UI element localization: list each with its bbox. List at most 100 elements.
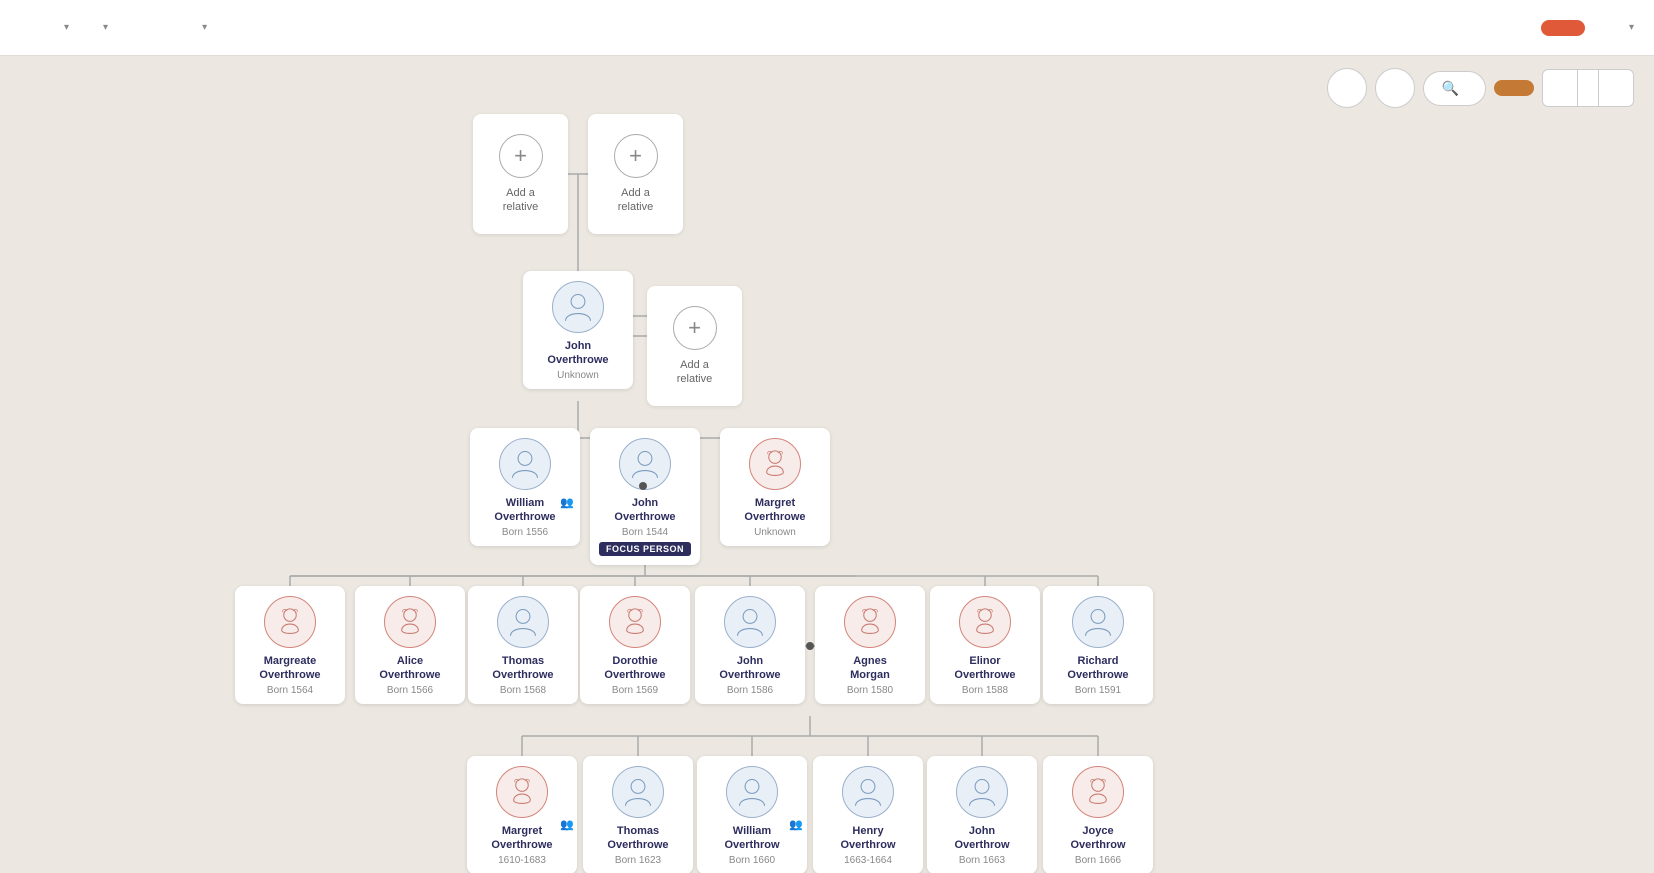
add-spouse-icon[interactable]: 👥 (789, 818, 803, 831)
avatar (959, 596, 1011, 648)
avatar (956, 766, 1008, 818)
person-name: MargretOverthrowe (473, 824, 571, 853)
avatar (842, 766, 894, 818)
person-date: Born 1588 (936, 685, 1034, 696)
tree-toolbar: 🔍 (1327, 68, 1634, 108)
person-card[interactable]: JohnOverthrow Born 1663 (927, 756, 1037, 873)
person-name: ThomasOverthrowe (474, 654, 572, 683)
avatar (724, 596, 776, 648)
person-card[interactable]: ElinorOverthrowe Born 1588 (930, 586, 1040, 704)
add-relative-label: Add arelative (618, 186, 653, 215)
person-card[interactable]: AliceOverthrowe Born 1566 (355, 586, 465, 704)
chevron-down-icon: ▾ (1629, 22, 1634, 33)
person-card[interactable]: HenryOverthrow 1663-1664 (813, 756, 923, 873)
person-name: AliceOverthrowe (361, 654, 459, 683)
nav-item-search[interactable]: ▾ (99, 22, 108, 33)
navigation: ▾ ▾ ▾ ▾ (0, 0, 1654, 56)
add-circle-icon: + (499, 134, 543, 178)
focus-badge: FOCUS PERSON (599, 542, 691, 556)
add-circle-icon: + (673, 306, 717, 350)
my-account-link[interactable]: ▾ (1625, 22, 1634, 33)
person-card[interactable]: ThomasOverthrowe Born 1568 (468, 586, 578, 704)
person-card[interactable]: WilliamOverthrow Born 1660 (697, 756, 807, 873)
add-relative-card[interactable]: + Add arelative (647, 286, 742, 406)
person-date: Born 1569 (586, 685, 684, 696)
person-name: JohnOverthrowe (529, 339, 627, 368)
person-card[interactable]: JohnOverthrowe Born 1544 FOCUS PERSON (590, 428, 700, 565)
avatar (749, 438, 801, 490)
tree-canvas: + Add arelative + Add arelative JohnOver… (0, 56, 1654, 873)
person-date: Born 1591 (1049, 685, 1147, 696)
settings-button[interactable] (1375, 68, 1415, 108)
person-date: 1610-1683 (473, 855, 571, 866)
search-icon: 🔍 (1442, 80, 1459, 97)
person-date: 1663-1664 (819, 855, 917, 866)
add-circle-icon: + (614, 134, 658, 178)
person-name: WilliamOverthrow (703, 824, 801, 853)
avatar (844, 596, 896, 648)
avatar (496, 766, 548, 818)
subscribe-button[interactable] (1541, 20, 1585, 36)
person-card[interactable]: MargreateOverthrowe Born 1564 (235, 586, 345, 704)
person-date: Born 1544 (596, 527, 694, 538)
person-date: Unknown (726, 527, 824, 538)
person-card[interactable]: AgnesMorgan Born 1580 (815, 586, 925, 704)
person-name: JohnOverthrowe (701, 654, 799, 683)
person-date: Born 1660 (703, 855, 801, 866)
nav-item-help[interactable]: ▾ (198, 22, 207, 33)
person-card[interactable]: DorothieOverthrowe Born 1569 (580, 586, 690, 704)
person-date: Born 1568 (474, 685, 572, 696)
person-card[interactable]: RichardOverthrowe Born 1591 (1043, 586, 1153, 704)
nav-item-family-tree[interactable]: ▾ (60, 22, 69, 33)
person-name: ThomasOverthrowe (589, 824, 687, 853)
add-relative-label: Add arelative (503, 186, 538, 215)
person-date: Born 1666 (1049, 855, 1147, 866)
hints-button[interactable] (1494, 80, 1534, 96)
person-card[interactable]: MargretOverthrowe 1610-1683 (467, 756, 577, 873)
avatar (497, 596, 549, 648)
avatar (1072, 766, 1124, 818)
nav-menu: ▾ ▾ ▾ (60, 22, 1541, 33)
person-date: Born 1556 (476, 527, 574, 538)
avatar (264, 596, 316, 648)
person-date: Born 1663 (933, 855, 1031, 866)
person-date: Born 1580 (821, 685, 919, 696)
person-name: MargreateOverthrowe (241, 654, 339, 683)
avatar (384, 596, 436, 648)
add-relative-card[interactable]: + Add arelative (588, 114, 683, 234)
avatar (552, 281, 604, 333)
add-spouse-icon[interactable]: 👥 (560, 818, 574, 831)
person-card[interactable]: ThomasOverthrowe Born 1623 (583, 756, 693, 873)
person-card[interactable]: MargretOverthrowe Unknown (720, 428, 830, 546)
chevron-down-icon: ▾ (202, 22, 207, 33)
person-card[interactable]: JohnOverthrowe Born 1586 (695, 586, 805, 704)
person-date: Unknown (529, 370, 627, 381)
person-date: Born 1566 (361, 685, 459, 696)
person-name: JoyceOverthrow (1049, 824, 1147, 853)
add-relative-card[interactable]: + Add arelative (473, 114, 568, 234)
zoom-in-button[interactable] (1599, 70, 1633, 106)
add-spouse-icon[interactable]: 👥 (560, 496, 574, 509)
avatar (499, 438, 551, 490)
chevron-down-icon: ▾ (103, 22, 108, 33)
person-name: ElinorOverthrowe (936, 654, 1034, 683)
zoom-level (1577, 70, 1599, 106)
avatar (726, 766, 778, 818)
chevron-down-icon: ▾ (64, 22, 69, 33)
person-name: JohnOverthrowe (596, 496, 694, 525)
avatar (1072, 596, 1124, 648)
person-card[interactable]: JohnOverthrowe Unknown (523, 271, 633, 389)
person-name: JohnOverthrow (933, 824, 1031, 853)
person-card[interactable]: JoyceOverthrow Born 1666 (1043, 756, 1153, 873)
avatar (612, 766, 664, 818)
home-button[interactable] (1327, 68, 1367, 108)
avatar (609, 596, 661, 648)
person-card[interactable]: WilliamOverthrowe Born 1556 (470, 428, 580, 546)
zoom-out-button[interactable] (1543, 70, 1577, 106)
zoom-controls (1542, 69, 1634, 107)
find-person-button[interactable]: 🔍 (1423, 71, 1486, 106)
person-name: MargretOverthrowe (726, 496, 824, 525)
nav-right: ▾ (1605, 22, 1634, 33)
person-name: HenryOverthrow (819, 824, 917, 853)
person-name: RichardOverthrowe (1049, 654, 1147, 683)
